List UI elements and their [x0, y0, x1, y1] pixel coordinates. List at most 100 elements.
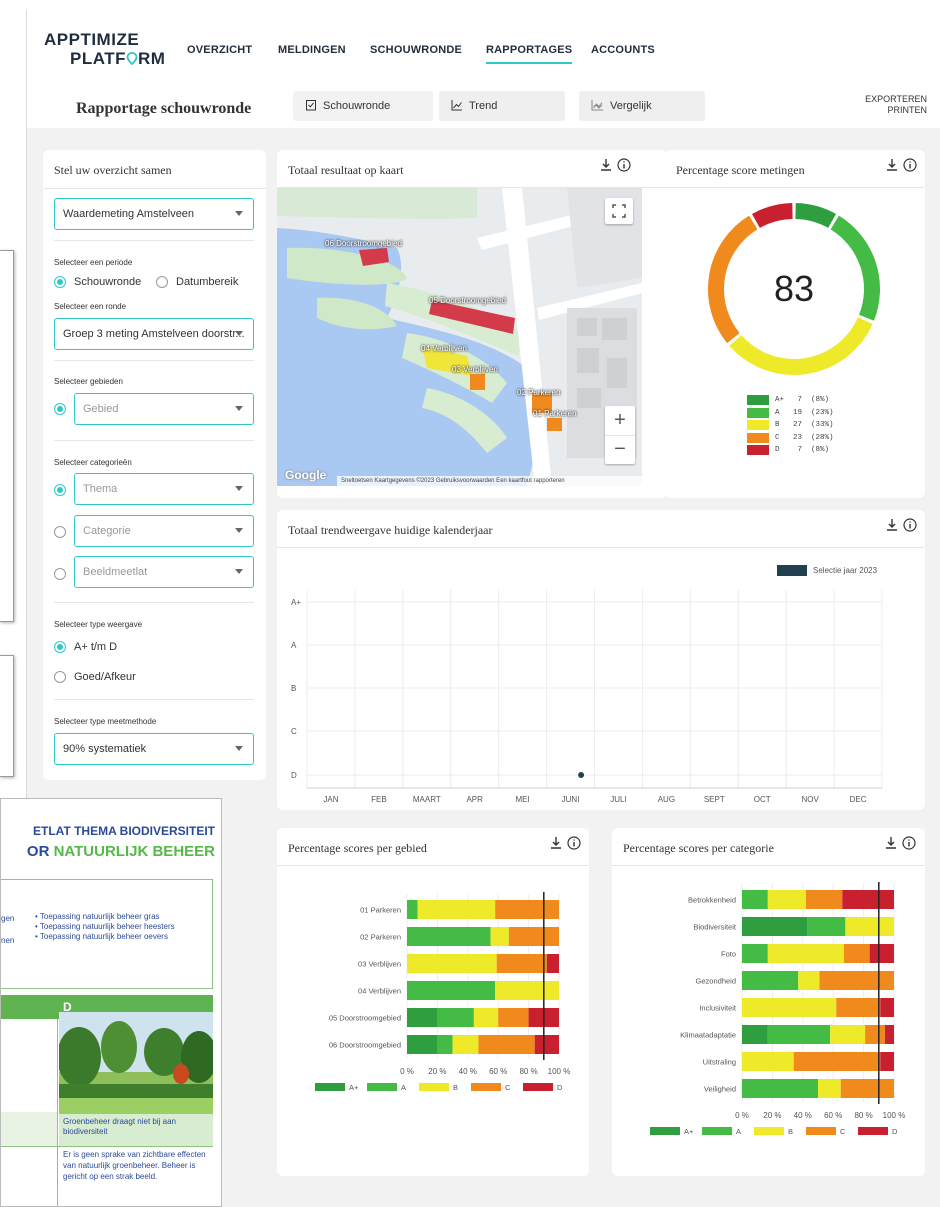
download-icon[interactable]: [884, 837, 898, 853]
page-title: Rapportage schouwronde: [76, 100, 252, 117]
beeldmeetlat-select[interactable]: Beeldmeetlat: [74, 556, 254, 588]
info-icon[interactable]: [902, 836, 916, 853]
method-value: 90% systematiek: [63, 743, 147, 755]
divider: [43, 188, 266, 189]
fullscreen-button[interactable]: [605, 198, 633, 224]
nav-meldingen[interactable]: MELDINGEN: [278, 44, 346, 56]
bar-segment-c: [793, 1052, 881, 1071]
download-icon[interactable]: [599, 159, 613, 175]
thema-select[interactable]: Thema: [74, 473, 254, 505]
print-button[interactable]: PRINTEN: [865, 105, 927, 116]
doc-garden-photo: [59, 1012, 213, 1114]
legend-swatch: [367, 1083, 397, 1091]
nav-rapportages[interactable]: RAPPORTAGES: [486, 44, 573, 64]
tab-vergelijk[interactable]: Vergelijk: [579, 91, 705, 121]
category-bar-chart: 0 % 20 % 40 % 60 % 80 % 100 % Betrokkenheid Bio…: [650, 882, 905, 1136]
radio-beeldmeetlat[interactable]: [54, 568, 66, 580]
export-actions: EXPORTEREN PRINTEN: [865, 94, 927, 116]
nav-overzicht[interactable]: OVERZICHT: [187, 44, 252, 56]
legend-swatch: [747, 445, 769, 456]
doc-header-line-1: ETLAT THEMA BIODIVERSITEIT: [33, 824, 215, 838]
x-tick-label: MAART: [413, 795, 441, 804]
map-view[interactable]: 06 Doorstroomgebied 05 Doorstroomgebied …: [277, 188, 642, 486]
x-tick-label: 80 %: [519, 1067, 537, 1076]
divider: [277, 547, 925, 548]
export-button[interactable]: EXPORTEREN: [865, 94, 927, 105]
map-polygon-03[interactable]: [470, 374, 485, 390]
x-tick-label: 0 %: [400, 1067, 414, 1076]
radio-a-plus-t-m-d[interactable]: [54, 641, 66, 653]
zoom-out-button[interactable]: −: [605, 435, 635, 464]
info-icon[interactable]: [903, 518, 917, 535]
legend-swatch: [747, 420, 769, 431]
legend-swatch: [747, 395, 769, 406]
legend-swatch: [315, 1083, 345, 1091]
legend-label: D: [892, 1127, 898, 1136]
tab-trend[interactable]: Trend: [439, 91, 565, 121]
tab-schouwronde[interactable]: Schouwronde: [293, 91, 433, 121]
x-tick-label: FEB: [371, 795, 387, 804]
donut-card-actions: [885, 158, 917, 175]
radio-categorie[interactable]: [54, 526, 66, 538]
method-select[interactable]: 90% systematiek: [54, 733, 254, 765]
x-tick-label: JAN: [323, 795, 338, 804]
radio-datumbereik[interactable]: [156, 276, 168, 288]
donut-legend-item: A 19 (23%): [747, 407, 834, 420]
x-tick-label: 20 %: [763, 1111, 781, 1120]
legend-text: D 7 (8%): [775, 446, 830, 455]
bar-segment-c: [843, 944, 870, 963]
map-label: 02 Parkeren: [517, 388, 561, 397]
map-polygon-01[interactable]: [547, 418, 562, 431]
categorie-select[interactable]: Categorie: [74, 515, 254, 547]
trend-card-actions: [885, 518, 917, 535]
nav-schouwronde[interactable]: SCHOUWRONDE: [370, 44, 462, 56]
legend-text: C 23 (28%): [775, 433, 834, 442]
zoom-in-button[interactable]: +: [605, 406, 635, 435]
chevron-down-icon: [235, 528, 243, 533]
area-scores-card: Percentage scores per gebied 0 % 20 % 40 %…: [277, 828, 589, 1176]
doc-header-1a: ETLAT THEMA: [33, 824, 120, 838]
round-select[interactable]: Groep 3 meting Amstelveen doorstr...: [54, 318, 254, 350]
area-select[interactable]: Gebied: [74, 393, 254, 425]
bar-segment-a-plus: [742, 917, 808, 936]
bar-segment-b: [767, 890, 806, 909]
report-subheader: Rapportage schouwronde Schouwronde Trend…: [27, 88, 940, 128]
category-label: 05 Doorstroomgebied: [329, 1014, 401, 1023]
legend-label: A: [401, 1083, 406, 1092]
measurement-select[interactable]: Waardemeting Amstelveen: [54, 198, 254, 230]
legend-text: A 19 (23%): [775, 408, 834, 417]
radio-goed-afkeur[interactable]: [54, 671, 66, 683]
bar-segment-c: [508, 927, 559, 946]
legend-swatch: [523, 1083, 553, 1091]
doc-header-2a: OR: [26, 843, 54, 860]
map-label: 03 Verblijven: [452, 365, 498, 374]
radio-thema[interactable]: [54, 484, 66, 496]
info-icon[interactable]: [617, 158, 631, 175]
nav-accounts[interactable]: ACCOUNTS: [591, 44, 655, 56]
chevron-down-icon: [235, 211, 243, 216]
beeldmeetlat-document: ETLAT THEMA BIODIVERSITEIT OR NATUURLIJK…: [0, 798, 222, 1207]
legend-swatch: [858, 1127, 888, 1135]
trend-legend-label: Selectie jaar 2023: [813, 566, 878, 575]
download-icon[interactable]: [549, 837, 563, 853]
info-icon[interactable]: [903, 158, 917, 175]
bar-segment-b: [742, 998, 837, 1017]
divider: [665, 187, 925, 188]
category-label: Gezondheid: [696, 977, 736, 986]
trend-title: Totaal trendweergave huidige kalenderjaa…: [288, 523, 493, 537]
bar-segment-c: [478, 1035, 535, 1054]
y-tick-label: A+: [291, 598, 301, 607]
info-icon[interactable]: [567, 836, 581, 853]
download-icon[interactable]: [885, 519, 899, 535]
x-tick-label: 40 %: [794, 1111, 812, 1120]
radio-gebied[interactable]: [54, 403, 66, 415]
download-icon[interactable]: [885, 159, 899, 175]
x-tick-label: NOV: [801, 795, 819, 804]
map-title: Totaal resultaat op kaart: [288, 163, 404, 177]
x-tick-label: AUG: [658, 795, 675, 804]
top-navigation-bar: APPTIMIZE PLATF RM OVERZICHT MELDINGEN SC…: [27, 10, 940, 88]
radio-schouwronde[interactable]: [54, 276, 66, 288]
bar-segment-c: [865, 1025, 885, 1044]
zoom-controls: + −: [605, 406, 635, 464]
score-value: 83: [773, 268, 815, 309]
